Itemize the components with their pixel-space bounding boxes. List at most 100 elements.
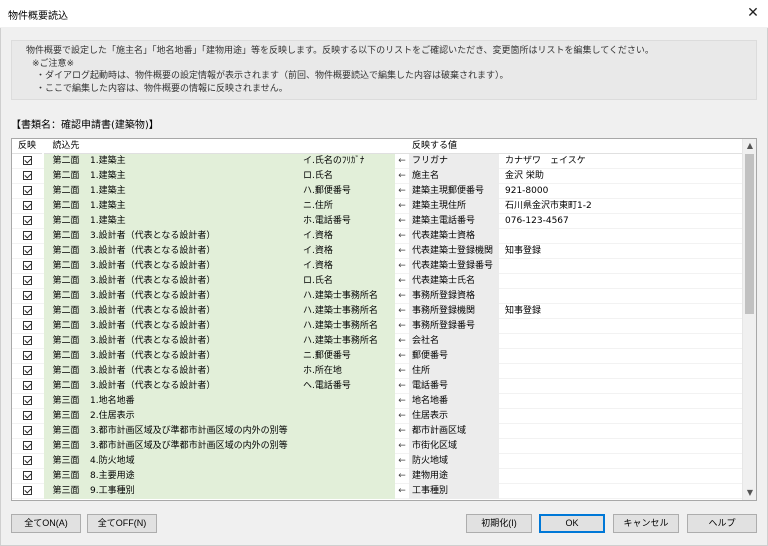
row-value[interactable] — [499, 484, 743, 499]
row-arrow: ← — [398, 351, 406, 361]
reflect-checkbox[interactable] — [22, 186, 32, 195]
reflect-checkbox[interactable] — [22, 201, 32, 210]
row-reflect-cell — [12, 229, 42, 244]
all-off-button[interactable]: 全てOFF(N) — [87, 514, 157, 533]
table-row[interactable]: 第三面 4.防火地域 ← 防火地域 — [12, 454, 743, 469]
row-value[interactable] — [499, 424, 743, 439]
reflect-checkbox[interactable] — [22, 261, 32, 270]
reflect-checkbox[interactable] — [22, 411, 32, 420]
row-reflect-cell — [12, 334, 42, 349]
row-reflect-cell — [12, 484, 42, 499]
cancel-button[interactable]: キャンセル — [613, 514, 679, 533]
table-row[interactable]: 第三面 3.都市計画区域及び準都市計画区域の内外の別等 ← 市街化区域 — [12, 439, 743, 454]
reflect-checkbox[interactable] — [22, 366, 32, 375]
row-value[interactable] — [499, 379, 743, 394]
row-reflect-cell — [12, 154, 42, 169]
table-row[interactable]: 第三面 8.主要用途 ← 建物用途 — [12, 469, 743, 484]
reflect-checkbox[interactable] — [22, 381, 32, 390]
row-value[interactable] — [499, 439, 743, 454]
row-value[interactable] — [499, 349, 743, 364]
row-item: 1.建築主 — [88, 199, 301, 214]
table-row[interactable]: 第三面 3.都市計画区域及び準都市計画区域の内外の別等 ← 都市計画区域 — [12, 424, 743, 439]
row-value[interactable]: 076-123-4567 — [499, 214, 743, 229]
table-row[interactable]: 第二面 1.建築主 ニ.住所 ← 建築主現住所 石川県金沢市東町1-2 — [12, 199, 743, 214]
row-reflect-cell — [12, 454, 42, 469]
all-on-button[interactable]: 全てON(A) — [11, 514, 81, 533]
reflect-checkbox[interactable] — [22, 441, 32, 450]
row-value[interactable] — [499, 319, 743, 334]
row-value[interactable] — [499, 229, 743, 244]
close-icon[interactable]: ✕ — [738, 0, 768, 28]
table-row[interactable]: 第三面 1.地名地番 ← 地名地番 — [12, 394, 743, 409]
row-value[interactable] — [499, 259, 743, 274]
table-row[interactable]: 第二面 3.設計者（代表となる設計者） ハ.建築士事務所名 ← 事務所登録機関 知事登録 — [12, 304, 743, 319]
table-row[interactable]: 第三面 9.工事種別 ← 工事種別 — [12, 484, 743, 499]
table-row[interactable]: 第二面 3.設計者（代表となる設計者） ロ.氏名 ← 代表建築士氏名 — [12, 274, 743, 289]
header-reflect[interactable]: 反映 — [12, 139, 42, 154]
reflect-checkbox[interactable] — [22, 216, 32, 225]
row-value[interactable]: 921-8000 — [499, 184, 743, 199]
reflect-checkbox[interactable] — [22, 351, 32, 360]
reflect-checkbox[interactable] — [22, 426, 32, 435]
row-value[interactable] — [499, 394, 743, 409]
scroll-thumb[interactable] — [745, 154, 754, 314]
reflect-checkbox[interactable] — [22, 486, 32, 495]
reflect-checkbox[interactable] — [22, 171, 32, 180]
row-target-field: 事務所登録資格 — [409, 289, 499, 304]
scroll-up-icon[interactable]: ▲ — [743, 139, 756, 153]
table-row[interactable]: 第二面 3.設計者（代表となる設計者） ホ.所在地 ← 住所 — [12, 364, 743, 379]
row-value[interactable] — [499, 274, 743, 289]
reflect-checkbox[interactable] — [22, 336, 32, 345]
row-item: 4.防火地域 — [88, 454, 301, 469]
row-reflect-cell — [12, 424, 42, 439]
row-value[interactable]: 金沢 栄助 — [499, 169, 743, 184]
reset-button[interactable]: 初期化(I) — [466, 514, 532, 533]
reflect-checkbox[interactable] — [22, 156, 32, 165]
row-value[interactable] — [499, 409, 743, 424]
table-row[interactable]: 第二面 3.設計者（代表となる設計者） ハ.建築士事務所名 ← 会社名 — [12, 334, 743, 349]
row-value[interactable]: カナザワ ェイスケ — [499, 154, 743, 169]
help-button[interactable]: ヘルプ — [687, 514, 757, 533]
table-row[interactable]: 第二面 3.設計者（代表となる設計者） ハ.建築士事務所名 ← 事務所登録資格 — [12, 289, 743, 304]
table-row[interactable]: 第二面 1.建築主 ロ.氏名 ← 施主名 金沢 栄助 — [12, 169, 743, 184]
row-value[interactable] — [499, 364, 743, 379]
table-row[interactable]: 第二面 3.設計者（代表となる設計者） イ.資格 ← 代表建築士登録番号 — [12, 259, 743, 274]
table-row[interactable]: 第二面 1.建築主 イ.氏名のﾌﾘｶﾞﾅ ← フリガナ カナザワ ェイスケ — [12, 154, 743, 169]
row-value[interactable] — [499, 469, 743, 484]
row-value[interactable] — [499, 334, 743, 349]
table-row[interactable]: 第二面 1.建築主 ハ.郵便番号 ← 建築主現郵便番号 921-8000 — [12, 184, 743, 199]
table-row[interactable]: 第二面 3.設計者（代表となる設計者） ニ.郵便番号 ← 郵便番号 — [12, 349, 743, 364]
header-target[interactable]: 反映する値 — [409, 139, 499, 154]
reflect-checkbox[interactable] — [22, 246, 32, 255]
reflect-checkbox[interactable] — [22, 306, 32, 315]
vertical-scrollbar[interactable]: ▲ ▼ — [742, 139, 756, 500]
ok-button[interactable]: OK — [539, 514, 605, 533]
row-value[interactable] — [499, 454, 743, 469]
header-source[interactable]: 読込先 — [44, 139, 88, 154]
row-value[interactable]: 知事登録 — [499, 304, 743, 319]
scroll-down-icon[interactable]: ▼ — [743, 486, 756, 500]
table-row[interactable]: 第二面 3.設計者（代表となる設計者） ヘ.電話番号 ← 電話番号 — [12, 379, 743, 394]
table-row[interactable]: 第二面 1.建築主 ホ.電話番号 ← 建築主電話番号 076-123-4567 — [12, 214, 743, 229]
row-source-sheet: 第二面 — [44, 379, 88, 394]
reflect-checkbox[interactable] — [22, 471, 32, 480]
row-sub-item — [301, 469, 395, 484]
row-value[interactable]: 石川県金沢市東町1-2 — [499, 199, 743, 214]
reflect-checkbox[interactable] — [22, 396, 32, 405]
row-item: 3.設計者（代表となる設計者） — [88, 334, 301, 349]
table-row[interactable]: 第三面 2.住居表示 ← 住居表示 — [12, 409, 743, 424]
row-reflect-cell — [12, 304, 42, 319]
row-sub-item — [301, 409, 395, 424]
reflect-checkbox[interactable] — [22, 276, 32, 285]
row-value[interactable]: 知事登録 — [499, 244, 743, 259]
reflect-checkbox[interactable] — [22, 231, 32, 240]
row-arrow: ← — [398, 276, 406, 286]
table-row[interactable]: 第二面 3.設計者（代表となる設計者） ハ.建築士事務所名 ← 事務所登録番号 — [12, 319, 743, 334]
reflect-checkbox[interactable] — [22, 321, 32, 330]
table-row[interactable]: 第二面 3.設計者（代表となる設計者） イ.資格 ← 代表建築士資格 — [12, 229, 743, 244]
reflect-checkbox[interactable] — [22, 291, 32, 300]
row-arrow: ← — [398, 336, 406, 346]
reflect-checkbox[interactable] — [22, 456, 32, 465]
row-value[interactable] — [499, 289, 743, 304]
table-row[interactable]: 第二面 3.設計者（代表となる設計者） イ.資格 ← 代表建築士登録機関 知事登録 — [12, 244, 743, 259]
